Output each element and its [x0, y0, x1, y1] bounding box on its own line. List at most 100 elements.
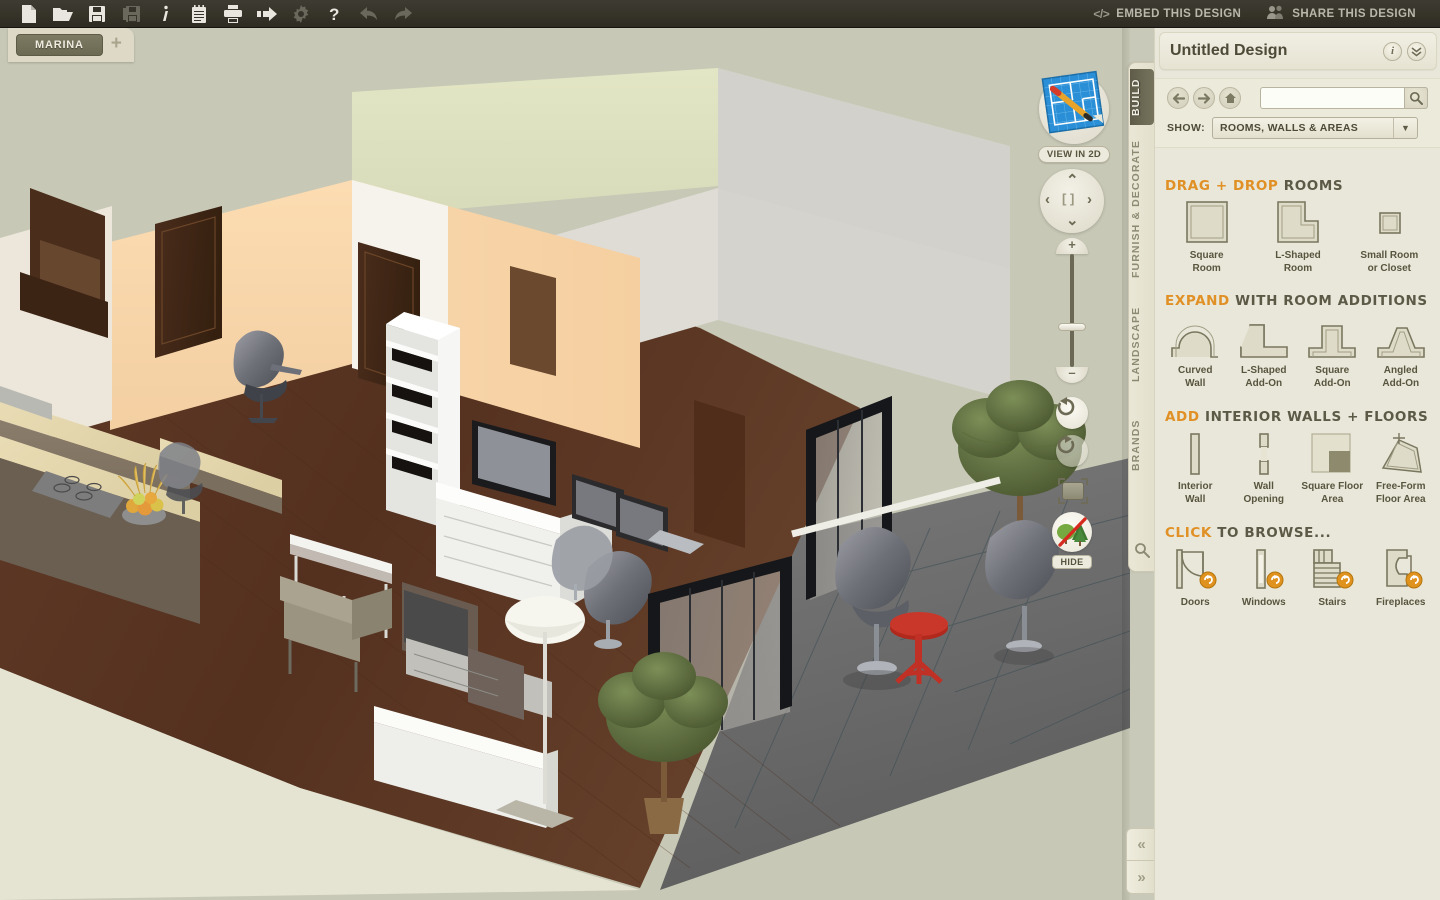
show-dropdown[interactable]: ROOMS, WALLS & AREAS ▼	[1211, 117, 1418, 139]
print-icon[interactable]	[216, 1, 250, 27]
rail-tab-furnish[interactable]: FURNISH & DECORATE	[1130, 133, 1154, 285]
wall-opening-icon	[1230, 430, 1299, 476]
pan-right-arrow[interactable]: ›	[1087, 191, 1092, 208]
section-drag-drop-rooms: DRAG + DROP ROOMS Square Room L-Shaped Roo…	[1155, 178, 1440, 275]
notes-icon[interactable]	[182, 1, 216, 27]
document-tab-strip: MARINA +	[0, 28, 1130, 62]
top-toolbar: ? </> EMBED THIS DESIGN SHARE THIS DESIG…	[0, 0, 1440, 28]
open-folder-icon[interactable]	[46, 1, 80, 27]
hide-plants-icon[interactable]	[1052, 512, 1092, 552]
panel-search-box[interactable]	[1260, 87, 1428, 109]
item-square-addon[interactable]: Square Add-On	[1298, 314, 1367, 390]
collapse-next-button[interactable]: »	[1126, 861, 1156, 894]
pan-left-arrow[interactable]: ‹	[1045, 191, 1050, 208]
share-design-button[interactable]: SHARE THIS DESIGN	[1257, 0, 1426, 28]
new-document-icon[interactable]	[12, 1, 46, 27]
rail-search-icon[interactable]	[1134, 542, 1150, 563]
save-icon[interactable]	[80, 1, 114, 27]
tab-shell: MARINA +	[8, 28, 134, 62]
zoom-out-button[interactable]: –	[1056, 366, 1088, 383]
search-icon	[1409, 91, 1423, 105]
view-in-2d-widget[interactable]: VIEW IN 2D	[1036, 70, 1112, 163]
pan-up-arrow[interactable]: ⌃	[1066, 171, 1079, 189]
pan-down-arrow[interactable]: ⌄	[1066, 211, 1079, 229]
caption-l-shaped-addon: L-Shaped Add-On	[1240, 365, 1287, 389]
zoom-slider[interactable]: + –	[1056, 238, 1088, 383]
fit-to-frame-button[interactable]	[1058, 478, 1088, 504]
item-curved-wall[interactable]: Curved Wall	[1161, 314, 1230, 390]
help-icon[interactable]: ?	[318, 1, 352, 27]
door-icon	[1161, 546, 1230, 592]
rotate-left-icon[interactable]	[1056, 397, 1088, 429]
panel-info-button[interactable]: i	[1383, 41, 1402, 61]
info-icon[interactable]	[148, 1, 182, 27]
caption-curved-wall: Curved Wall	[1178, 365, 1213, 389]
redo-icon[interactable]	[386, 1, 420, 27]
square-floor-icon	[1298, 430, 1367, 476]
rail-tab-build[interactable]: BUILD	[1130, 69, 1154, 125]
chevron-down-icon[interactable]: ▼	[1392, 118, 1417, 138]
heading-rest: INTERIOR WALLS + FLOORS	[1199, 409, 1429, 425]
save-as-icon[interactable]	[114, 1, 148, 27]
item-small-room[interactable]: Small Room or Closet	[1344, 199, 1435, 275]
panel-search-input[interactable]	[1261, 88, 1401, 108]
nav-back-button[interactable]	[1167, 87, 1189, 109]
nav-forward-button[interactable]	[1193, 87, 1215, 109]
stairs-icon	[1298, 546, 1367, 592]
item-l-shaped-room[interactable]: L-Shaped Room	[1252, 199, 1343, 275]
addition-items: Curved Wall L-Shaped Add-On Square Add-On	[1155, 314, 1440, 390]
hide-label[interactable]: HIDE	[1052, 555, 1092, 569]
caption-angled-addon: Angled Add-On	[1382, 365, 1420, 389]
item-doors[interactable]: Doors	[1161, 546, 1230, 609]
show-selected-value: ROOMS, WALLS & AREAS	[1219, 122, 1359, 134]
embed-design-button[interactable]: </> EMBED THIS DESIGN	[1083, 0, 1251, 28]
chevron-double-down-icon	[1411, 46, 1422, 57]
toolbar-actions: </> EMBED THIS DESIGN SHARE THIS DESIGN	[1083, 0, 1440, 28]
item-interior-wall[interactable]: Interior Wall	[1161, 430, 1230, 506]
view-in-2d-label[interactable]: VIEW IN 2D	[1037, 146, 1111, 163]
heading-accent: CLICK	[1165, 525, 1212, 541]
item-l-shaped-addon[interactable]: L-Shaped Add-On	[1230, 314, 1299, 390]
pan-control-pad[interactable]: ⌃ ⌄ ‹ › [ ]	[1040, 169, 1104, 233]
free-form-floor-icon	[1367, 430, 1436, 476]
blueprint-icon	[1041, 70, 1105, 134]
undo-icon[interactable]	[352, 1, 386, 27]
view-2d-disc[interactable]	[1039, 70, 1109, 144]
embed-design-label: EMBED THIS DESIGN	[1116, 7, 1242, 20]
item-stairs[interactable]: Stairs	[1298, 546, 1367, 609]
mode-tab-rail: BUILD FURNISH & DECORATE LANDSCAPE BRAND…	[1128, 62, 1154, 572]
item-square-room[interactable]: Square Room	[1161, 199, 1252, 275]
item-free-form-floor-area[interactable]: Free-Form Floor Area	[1367, 430, 1436, 506]
item-wall-opening[interactable]: Wall Opening	[1230, 430, 1299, 506]
heading-accent: ADD	[1165, 409, 1200, 425]
add-tab-button[interactable]: +	[111, 34, 122, 56]
rotate-right-icon[interactable]	[1056, 435, 1088, 467]
panel-collapse-button[interactable]	[1407, 41, 1426, 61]
pan-center-button[interactable]: [ ]	[1062, 191, 1074, 206]
item-square-floor-area[interactable]: Square Floor Area	[1298, 430, 1367, 506]
collapse-prev-button[interactable]: «	[1126, 828, 1156, 861]
rail-tab-landscape[interactable]: LANDSCAPE	[1130, 291, 1154, 397]
item-windows[interactable]: Windows	[1230, 546, 1299, 609]
heading-rest: TO BROWSE...	[1211, 525, 1332, 541]
small-room-icon	[1344, 199, 1435, 245]
item-angled-addon[interactable]: Angled Add-On	[1367, 314, 1436, 390]
item-fireplaces[interactable]: Fireplaces	[1367, 546, 1436, 609]
rail-tab-brands[interactable]: BRANDS	[1130, 403, 1154, 487]
zoom-thumb[interactable]	[1058, 323, 1086, 331]
document-tab-marina[interactable]: MARINA	[16, 34, 103, 56]
toolbar-icon-group: ?	[0, 1, 420, 27]
export-icon[interactable]	[250, 1, 284, 27]
section-interior-walls-floors: ADD INTERIOR WALLS + FLOORS Interior Wall…	[1155, 409, 1440, 506]
settings-gear-icon[interactable]	[284, 1, 318, 27]
zoom-in-button[interactable]: +	[1056, 238, 1088, 254]
caption-square-floor-area: Square Floor Area	[1301, 481, 1364, 505]
heading-rest: ROOMS	[1278, 178, 1344, 194]
nav-home-button[interactable]	[1219, 87, 1241, 109]
panel-search-button[interactable]	[1404, 87, 1428, 109]
panel-title-bar: Untitled Design i	[1159, 32, 1437, 70]
room-items: Square Room L-Shaped Room Small Room or Clo…	[1155, 199, 1440, 275]
design-canvas-3d[interactable]: VIEW IN 2D ⌃ ⌄ ‹ › [ ] + – HIDE	[0, 28, 1130, 900]
hide-landscaping-button[interactable]: HIDE	[1052, 512, 1092, 570]
zoom-track[interactable]	[1070, 254, 1074, 367]
